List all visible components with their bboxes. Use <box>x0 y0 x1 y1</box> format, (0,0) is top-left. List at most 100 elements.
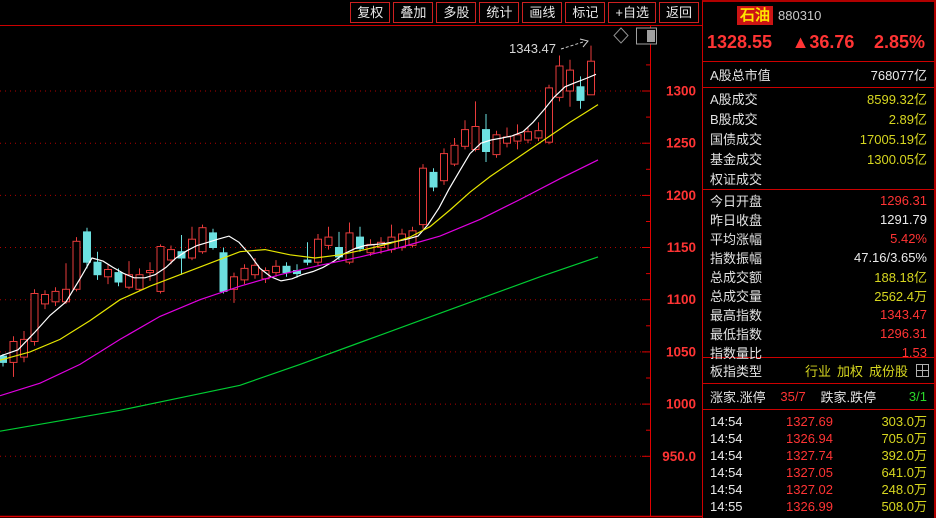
stat-row: 最低指数 1296.31 <box>703 324 934 343</box>
market-cap-section: A股总市值768077亿 <box>703 62 934 88</box>
candle-down <box>577 87 584 101</box>
toolbar-button-叠加[interactable]: 叠加 <box>393 2 433 23</box>
tick-volume: 248.0万 <box>861 481 927 498</box>
advancers-decliners-row: 涨家.涨停 35/7 跌家.跌停 3/1 <box>703 384 934 410</box>
board-type-option-成份股[interactable]: 成份股 <box>869 361 908 380</box>
board-type-option-加权[interactable]: 加权 <box>837 361 863 380</box>
stat-label: B股成交 <box>710 109 758 128</box>
y-axis-label: 1050 <box>666 344 696 359</box>
candle-up <box>63 289 70 302</box>
candle-up <box>315 239 322 262</box>
y-axis-label: 1300 <box>666 84 696 99</box>
tick-time: 14:54 <box>710 481 762 498</box>
candlestick-series <box>0 46 595 377</box>
board-type-row: 板指类型 行业加权成份股 <box>703 358 934 384</box>
candle-up <box>42 295 49 304</box>
kline-chart[interactable]: 1300125012001150110010501000950.01343.47 <box>0 25 702 518</box>
stat-label: 国债成交 <box>710 129 762 148</box>
symbol-title-row: 石油 880310 <box>703 2 934 25</box>
tick-row: 14:541326.94705.0万 <box>703 430 934 447</box>
symbol-name: 石油 <box>737 6 773 25</box>
candle-up <box>567 70 574 91</box>
last-price: 1328.55 <box>707 32 772 53</box>
tick-row: 14:541327.69303.0万 <box>703 413 934 430</box>
tick-price: 1327.05 <box>762 464 861 481</box>
ma-line-ma-green <box>0 257 598 431</box>
candle-up <box>73 241 80 289</box>
price-change: ▲36.76 <box>792 32 855 53</box>
index-stats-section: 今日开盘1296.31昨日收盘1291.79平均涨幅5.42%指数振幅47.16… <box>703 190 934 358</box>
stat-label: 最高指数 <box>710 305 762 324</box>
candle-up <box>325 237 332 245</box>
stat-row: 平均涨幅5.42% <box>703 229 934 248</box>
stat-label: 最低指数 <box>710 324 762 343</box>
stat-label: 总成交额 <box>710 267 762 286</box>
toolbar-button-复权[interactable]: 复权 <box>350 2 390 23</box>
components-grid-icon[interactable] <box>916 364 929 377</box>
toolbar-button-+自选[interactable]: +自选 <box>608 2 656 23</box>
tick-volume: 303.0万 <box>861 413 927 430</box>
stat-value: 188.18亿 <box>874 267 927 286</box>
kline-chart-canvas[interactable]: 1300125012001150110010501000950.01343.47 <box>0 26 702 518</box>
tick-volume: 705.0万 <box>861 430 927 447</box>
stat-label: 平均涨幅 <box>710 229 762 248</box>
stat-value: 1296.31 <box>880 326 927 341</box>
board-type-values: 行业加权成份股 <box>805 361 929 380</box>
quote-header: 石油 880310 1328.55 ▲36.76 2.85% <box>703 2 934 62</box>
candle-up <box>199 228 206 252</box>
tick-time: 14:54 <box>710 413 762 430</box>
stat-value: 2562.4万 <box>874 286 927 305</box>
tick-volume: 392.0万 <box>861 447 927 464</box>
candle-up <box>441 154 448 181</box>
stat-row: 基金成交1300.05亿 <box>703 149 934 168</box>
board-type-option-行业[interactable]: 行业 <box>805 361 831 380</box>
y-axis-label: 1150 <box>667 240 696 255</box>
y-axis-label: 1100 <box>667 292 696 307</box>
stat-row: 昨日收盘1291.79 <box>703 210 934 229</box>
tick-volume: 641.0万 <box>861 464 927 481</box>
y-axis-label: 1000 <box>666 397 696 412</box>
ma-line-ma-white <box>0 74 596 356</box>
stat-row: A股成交 8599.32亿 <box>703 89 934 108</box>
split-window-icon[interactable] <box>637 28 657 44</box>
decliners-value: 3/1 <box>880 389 927 404</box>
toolbar-button-统计[interactable]: 统计 <box>479 2 519 23</box>
tick-list[interactable]: 14:541327.69303.0万14:541326.94705.0万14:5… <box>703 410 934 518</box>
stat-value: 1343.47 <box>880 307 927 322</box>
candle-up <box>147 271 154 273</box>
stat-value: 17005.19亿 <box>860 129 927 148</box>
toolbar: 复权叠加多股统计画线标记+自选返回 <box>0 0 702 25</box>
candle-up <box>241 268 248 280</box>
toolbar-button-标记[interactable]: 标记 <box>565 2 605 23</box>
y-axis-label: 1200 <box>666 188 696 203</box>
tick-row: 14:541327.05641.0万 <box>703 464 934 481</box>
stat-value: 8599.32亿 <box>867 89 927 108</box>
candle-down <box>94 262 101 275</box>
stat-label: A股成交 <box>710 89 758 108</box>
high-annotation-label: 1343.47 <box>509 41 556 56</box>
candle-down <box>84 232 91 262</box>
candle-down <box>430 172 437 187</box>
stat-value: 47.16/3.65% <box>854 250 927 265</box>
stat-label: 今日开盘 <box>710 191 762 210</box>
stat-label: 基金成交 <box>710 149 762 168</box>
toolbar-button-返回[interactable]: 返回 <box>659 2 699 23</box>
stat-row: 国债成交 17005.19亿 <box>703 129 934 148</box>
tick-row: 14:541327.02248.0万 <box>703 481 934 498</box>
tick-price: 1327.69 <box>762 413 861 430</box>
stat-value: 2.89亿 <box>889 109 927 128</box>
tick-row: 14:541327.74392.0万 <box>703 447 934 464</box>
diamond-marker-icon[interactable] <box>614 28 628 43</box>
stat-label: 总成交量 <box>710 286 762 305</box>
candle-up <box>346 233 353 262</box>
tick-volume: 508.0万 <box>861 498 927 515</box>
tick-time: 14:55 <box>710 498 762 515</box>
tick-price: 1326.94 <box>762 430 861 447</box>
toolbar-button-多股[interactable]: 多股 <box>436 2 476 23</box>
toolbar-button-画线[interactable]: 画线 <box>522 2 562 23</box>
candle-up <box>273 266 280 272</box>
stat-row: B股成交 2.89亿 <box>703 109 934 128</box>
candle-up <box>105 270 112 277</box>
candle-up <box>252 265 259 274</box>
tick-time: 14:54 <box>710 430 762 447</box>
